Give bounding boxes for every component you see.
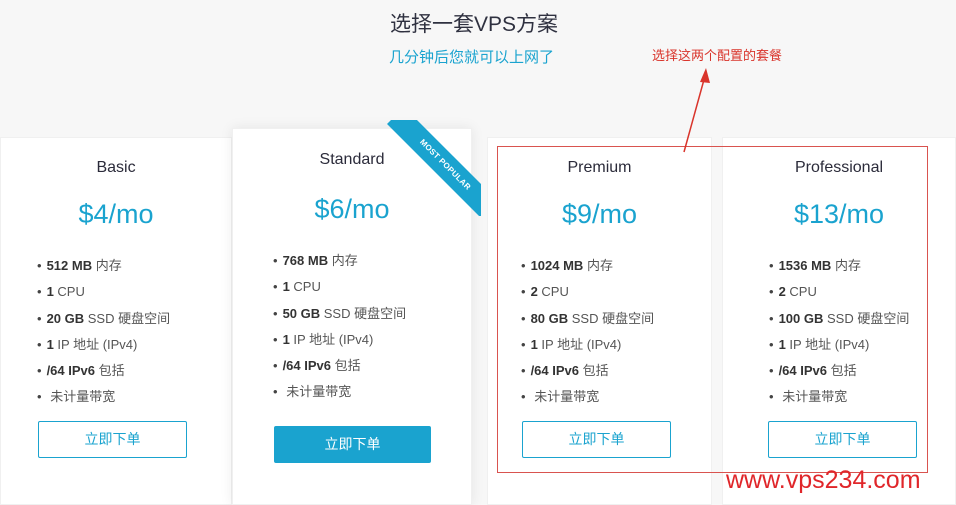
watermark: www.vps234.com (726, 466, 921, 494)
most-popular-ribbon: MOST POPULAR (385, 120, 481, 216)
annotation-arrow-icon (683, 68, 710, 153)
ribbon-label: MOST POPULAR (387, 120, 481, 216)
